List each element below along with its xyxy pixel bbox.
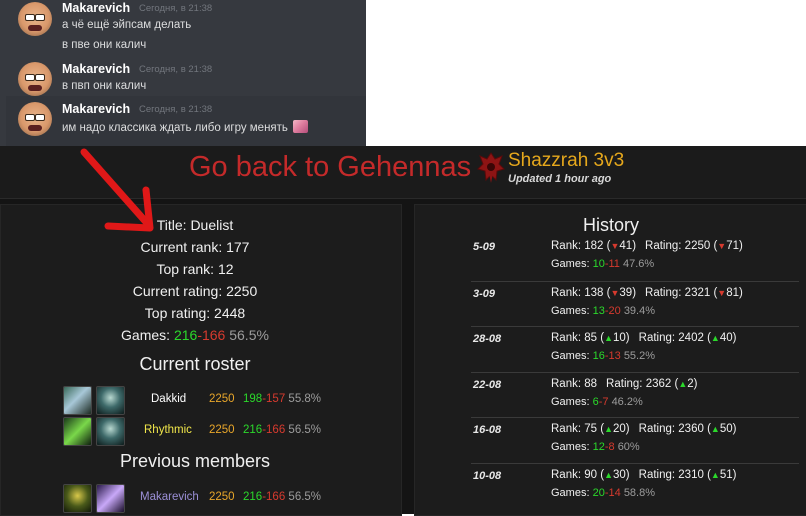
message-text: им надо классика ждать либо игру менять: [62, 120, 308, 134]
chat-panel: Makarevich Сегодня, в 21:38 а чё ещё эйп…: [0, 0, 366, 146]
history-games: Games: 13-20 39.4%: [551, 304, 656, 317]
spec-icon: [96, 484, 125, 513]
message-timestamp: Сегодня, в 21:38: [139, 3, 213, 14]
member-name[interactable]: Rhythmic: [144, 424, 192, 436]
team-title: Title: Duelist: [156, 217, 234, 233]
history-rank-rating: Rank: 182 (▼41) Rating: 2250 (▼71): [551, 240, 743, 252]
message-text: в пвп они калич: [62, 80, 147, 92]
chat-message: Makarevich Сегодня, в 21:38 им надо клас…: [6, 96, 366, 146]
class-icon: [63, 484, 92, 513]
top-rating: Top rating: 2448: [144, 305, 246, 321]
member-games: 216-166 56.5%: [243, 424, 322, 436]
history-date: 3-09: [473, 287, 496, 300]
history-date: 10-08: [473, 470, 502, 482]
up-arrow-icon: ▲: [710, 424, 720, 435]
spec-icon: [96, 386, 125, 415]
message-author[interactable]: Makarevich: [62, 1, 130, 15]
roster-member-row[interactable]: Dakkid 2250 198-157 55.8%: [63, 386, 383, 416]
chat-message: Makarevich Сегодня, в 21:38 а чё ещё эйп…: [6, 0, 366, 58]
history-date: 28-08: [473, 333, 502, 346]
updated-time: Updated 1 hour ago: [508, 173, 612, 185]
history-title: History: [582, 215, 639, 235]
current-rating: Current rating: 2250: [132, 283, 258, 299]
member-rating: 2250: [209, 393, 235, 405]
avatar[interactable]: [18, 62, 52, 96]
back-to-realm-link[interactable]: Go back to Gehennas: [189, 151, 471, 184]
games-record: Games: 216-166 56.5%: [121, 327, 269, 343]
page-header: Go back to Gehennas Shazzrah 3v3 Updated…: [0, 146, 806, 199]
team-summary-panel: Title: Duelist Current rank: 177 Top ran…: [0, 204, 402, 516]
up-arrow-icon: ▲: [604, 333, 613, 344]
chat-message: Makarevich Сегодня, в 21:38 в пвп они ка…: [6, 60, 366, 96]
down-arrow-icon: ▼: [717, 287, 727, 298]
up-arrow-icon: ▲: [710, 333, 720, 344]
message-timestamp: Сегодня, в 21:38: [139, 64, 213, 75]
history-row: 16-08 Rank: 75 (▲20) Rating: 2360 (▲50) Gam…: [471, 417, 799, 464]
history-games: Games: 12-8 60%: [551, 441, 640, 454]
history-games: Games: 20-14 58.8%: [551, 487, 656, 499]
class-icon: [63, 386, 92, 415]
message-text: а чё ещё эйпсам делать: [62, 19, 192, 31]
arena-team-page: Go back to Gehennas Shazzrah 3v3 Updated…: [0, 146, 806, 516]
history-rank-rating: Rank: 85 (▲10) Rating: 2402 (▲40): [551, 332, 737, 345]
team-name: Shazzrah 3v3: [508, 150, 625, 171]
history-games: Games: 10-11 47.6%: [551, 258, 655, 270]
avatar[interactable]: [18, 2, 52, 36]
member-name[interactable]: Makarevich: [140, 491, 199, 503]
horde-crest-icon: [477, 152, 505, 183]
message-text: в пве они калич: [62, 39, 147, 51]
up-arrow-icon: ▲: [604, 470, 613, 480]
current-roster-title: Current roster: [139, 354, 251, 374]
member-games: 216-166 56.5%: [243, 491, 322, 503]
history-rank-rating: Rank: 88 Rating: 2362 (▲2): [551, 377, 698, 390]
history-games: Games: 16-13 55.2%: [551, 350, 656, 363]
member-rating: 2250: [209, 491, 235, 503]
history-rank-rating: Rank: 138 (▼39) Rating: 2321 (▼81): [551, 286, 743, 299]
history-date: 5-09: [473, 241, 496, 253]
history-row: 22-08 Rank: 88 Rating: 2362 (▲2) Games: 6-7…: [471, 371, 799, 419]
up-arrow-icon: ▲: [604, 424, 613, 435]
games-wins: 216: [173, 327, 198, 343]
member-games: 198-157 55.8%: [243, 393, 322, 405]
up-arrow-icon: ▲: [678, 378, 688, 389]
history-date: 22-08: [473, 378, 502, 391]
message-timestamp: Сегодня, в 21:38: [139, 104, 213, 115]
emoji-icon: [292, 120, 308, 133]
history-rank-rating: Rank: 90 (▲30) Rating: 2310 (▲51): [551, 469, 737, 481]
history-row: 10-08 Rank: 90 (▲30) Rating: 2310 (▲51) Gam…: [471, 463, 799, 510]
previous-members-title: Previous members: [119, 451, 271, 471]
history-row: 5-09 Rank: 182 (▼41) Rating: 2250 (▼71) Gam…: [471, 235, 799, 281]
down-arrow-icon: ▼: [717, 241, 727, 251]
current-rank: Current rank: 177: [140, 239, 250, 255]
history-row: 28-08 Rank: 85 (▲10) Rating: 2402 (▲40) Gam…: [471, 326, 799, 373]
avatar[interactable]: [18, 102, 52, 136]
roster-member-row[interactable]: Rhythmic 2250 216-166 56.5%: [63, 417, 383, 447]
up-arrow-icon: ▲: [710, 470, 720, 480]
class-icon: [63, 417, 92, 446]
member-name[interactable]: Dakkid: [151, 393, 186, 405]
games-losses: -166: [197, 327, 226, 343]
history-rank-rating: Rank: 75 (▲20) Rating: 2360 (▲50): [551, 423, 737, 436]
history-games: Games: 6-7 46.2%: [551, 395, 643, 408]
history-panel: History 5-09 Rank: 182 (▼41) Rating: 2250 …: [414, 204, 806, 516]
games-winrate: 56.5%: [229, 327, 269, 343]
message-author[interactable]: Makarevich: [62, 62, 130, 76]
message-author[interactable]: Makarevich: [62, 102, 130, 116]
member-rating: 2250: [209, 424, 235, 436]
history-date: 16-08: [473, 424, 502, 437]
previous-member-row[interactable]: Makarevich 2250 216-166 56.5%: [63, 484, 383, 514]
top-rank: Top rank: 12: [156, 261, 234, 277]
spec-icon: [96, 417, 125, 446]
history-row: 3-09 Rank: 138 (▼39) Rating: 2321 (▼81) Gam…: [471, 280, 799, 328]
